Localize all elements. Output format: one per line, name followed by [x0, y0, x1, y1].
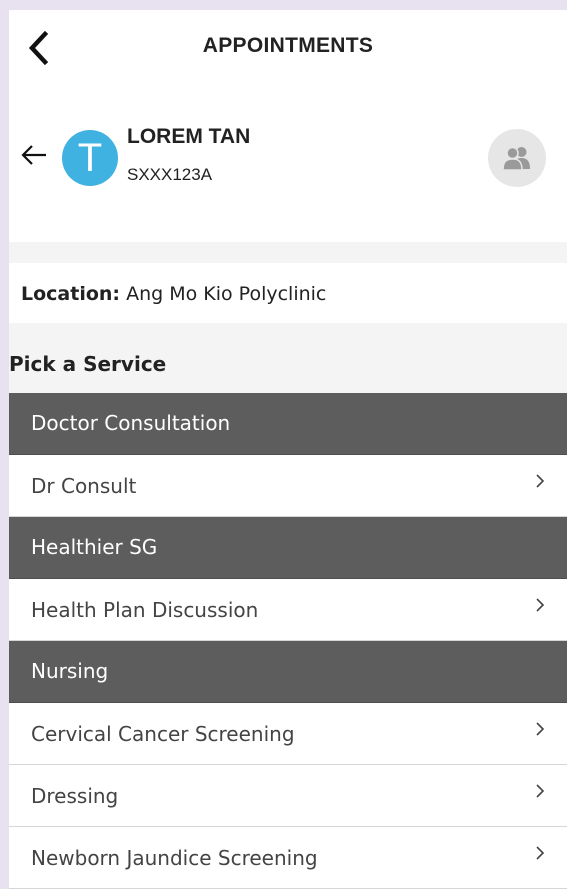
location-label: Location: [21, 283, 121, 305]
chevron-right-icon [536, 784, 545, 798]
service-item-dr-consult[interactable]: Dr Consult [9, 455, 567, 517]
section-title: Pick a Service [9, 352, 167, 376]
service-label: Dressing [31, 784, 119, 808]
switch-user-button[interactable] [488, 129, 546, 187]
service-item-health-plan-discussion[interactable]: Health Plan Discussion [9, 579, 567, 641]
service-item-dressing[interactable]: Dressing [9, 765, 567, 827]
chevron-right-icon [536, 474, 545, 488]
service-label: Health Plan Discussion [31, 598, 259, 622]
app-screen: APPOINTMENTS T LOREM TAN SXXX123A Locati… [9, 10, 567, 889]
service-list: Doctor Consultation Dr Consult Healthier… [9, 393, 567, 889]
patient-id: SXXX123A [127, 165, 213, 184]
category-header: Doctor Consultation [9, 393, 567, 455]
users-icon [502, 146, 530, 171]
avatar: T [62, 130, 118, 186]
category-header: Nursing [9, 641, 567, 703]
service-label: Newborn Jaundice Screening [31, 846, 318, 870]
service-item-newborn-jaundice-screening[interactable]: Newborn Jaundice Screening [9, 827, 567, 889]
chevron-right-icon [536, 722, 545, 736]
page-title: APPOINTMENTS [202, 34, 374, 57]
arrow-left-icon[interactable] [19, 140, 49, 170]
service-label: Cervical Cancer Screening [31, 722, 295, 746]
category-header: Healthier SG [9, 517, 567, 579]
patient-profile: T LOREM TAN SXXX123A [9, 85, 567, 242]
service-item-cervical-cancer-screening[interactable]: Cervical Cancer Screening [9, 703, 567, 765]
patient-name: LOREM TAN [127, 125, 251, 148]
service-label: Dr Consult [31, 474, 137, 498]
location-bar: Location: Ang Mo Kio Polyclinic [9, 263, 567, 323]
chevron-right-icon [536, 846, 545, 860]
chevron-right-icon [536, 598, 545, 612]
app-header: APPOINTMENTS [9, 10, 567, 85]
location-value: Ang Mo Kio Polyclinic [126, 283, 327, 305]
